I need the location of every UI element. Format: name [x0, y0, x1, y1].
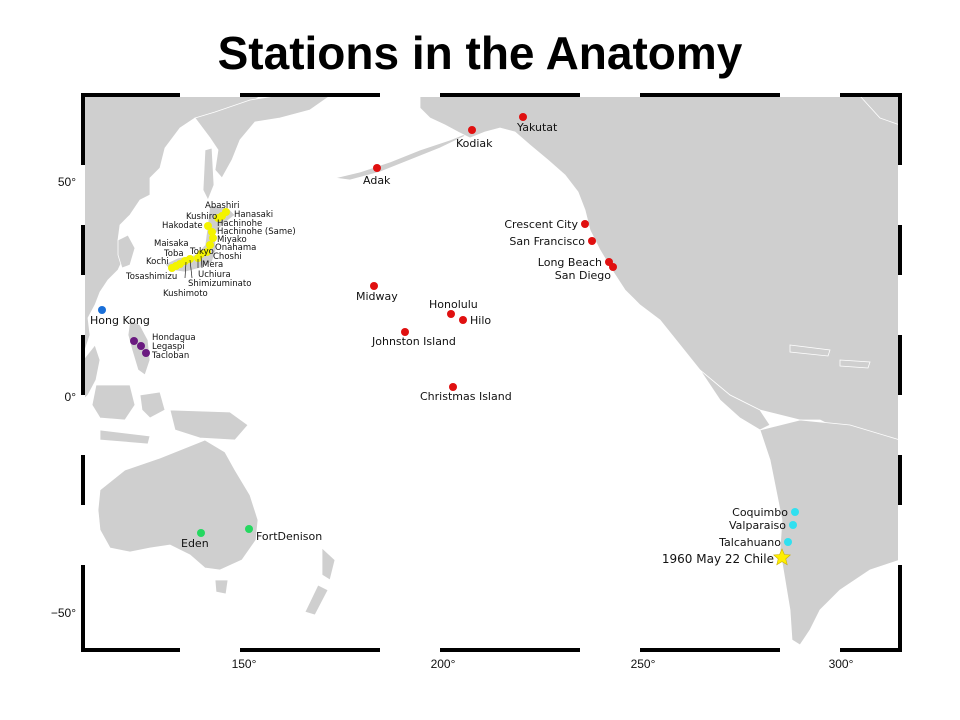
label-honolulu: Honolulu — [429, 298, 478, 311]
label-hong-kong: Hong Kong — [90, 314, 150, 327]
label-kushimoto: Kushimoto — [163, 289, 208, 299]
label-christmas-island: Christmas Island — [420, 390, 512, 403]
x-tick-150: 150° — [232, 657, 257, 671]
label-hilo: Hilo — [470, 314, 491, 327]
marker-eden — [197, 529, 205, 537]
tasmania — [214, 579, 229, 595]
label-san-francisco: San Francisco — [509, 235, 585, 248]
x-tick-300: 300° — [829, 657, 854, 671]
marker-yakutat — [519, 113, 527, 121]
marker-hilo — [459, 316, 467, 324]
label-chile-1960: 1960 May 22 Chile — [662, 552, 774, 566]
label-kodiak: Kodiak — [456, 137, 493, 150]
y-tick-50: 50° — [58, 175, 76, 189]
marker-honolulu — [447, 310, 455, 318]
pacific-map: 150° 200° 250° 300° 50° 0° −50° Yakutat … — [51, 93, 902, 671]
x-tick-200: 200° — [431, 657, 456, 671]
y-tick-0: 0° — [65, 390, 77, 404]
label-fort-denison: FortDenison — [256, 530, 322, 543]
label-mera: Mera — [202, 260, 223, 270]
marker-miyako — [209, 234, 217, 242]
label-kochi: Kochi — [146, 257, 169, 267]
label-maisaka: Maisaka — [154, 239, 189, 249]
label-coquimbo: Coquimbo — [732, 506, 788, 519]
x-tick-250: 250° — [631, 657, 656, 671]
label-johnston-island: Johnston Island — [371, 335, 456, 348]
marker-hondagua — [130, 337, 138, 345]
label-valparaiso: Valparaiso — [729, 519, 786, 532]
label-talcahuano: Talcahuano — [718, 536, 781, 549]
marker-crescent-city — [581, 220, 589, 228]
label-tosashimizu: Tosashimizu — [125, 272, 177, 282]
marker-adak — [373, 164, 381, 172]
label-eden: Eden — [181, 537, 209, 550]
label-crescent-city: Crescent City — [504, 218, 578, 231]
y-tick-minus50: −50° — [51, 606, 76, 620]
marker-coquimbo — [791, 508, 799, 516]
label-san-diego: San Diego — [555, 269, 611, 282]
marker-tacloban — [142, 349, 150, 357]
marker-valparaiso — [789, 521, 797, 529]
label-adak: Adak — [363, 174, 391, 187]
label-long-beach: Long Beach — [538, 256, 602, 269]
label-yakutat: Yakutat — [516, 121, 558, 134]
label-hakodate: Hakodate — [162, 221, 203, 231]
marker-fort-denison — [245, 525, 253, 533]
marker-tosashimizu — [168, 264, 176, 272]
label-tokyo: Tokyo — [189, 247, 214, 257]
marker-hong-kong — [98, 306, 106, 314]
label-shimizuminato: Shimizuminato — [188, 279, 251, 289]
marker-legaspi — [137, 342, 145, 350]
marker-kodiak — [468, 126, 476, 134]
label-midway: Midway — [356, 290, 398, 303]
label-tacloban: Tacloban — [151, 351, 189, 361]
marker-midway — [370, 282, 378, 290]
marker-san-francisco — [588, 237, 596, 245]
marker-talcahuano — [784, 538, 792, 546]
